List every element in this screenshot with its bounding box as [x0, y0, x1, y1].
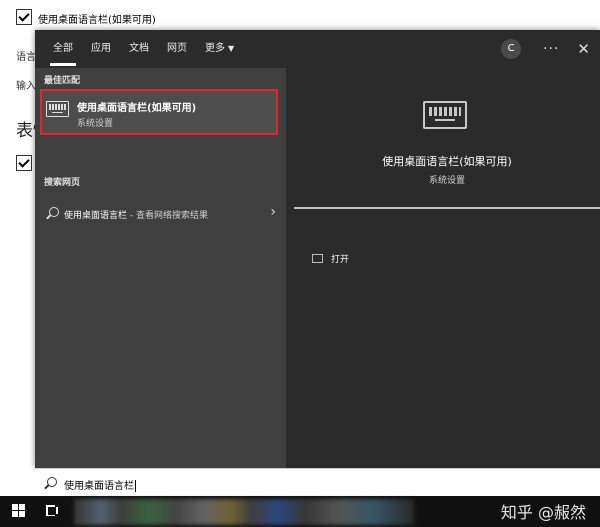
search-icon	[47, 477, 57, 487]
avatar[interactable]: C	[501, 39, 522, 59]
text-cursor	[135, 480, 136, 492]
search-input[interactable]: 使用桌面语言栏	[64, 477, 136, 492]
web-search-result[interactable]: 使用桌面语言栏 - 查看网络搜索结果 ›	[35, 203, 286, 227]
chevron-down-icon: ▼	[228, 44, 235, 53]
preview-subtitle: 系统设置	[428, 176, 465, 186]
tab-all[interactable]: 全部	[44, 30, 82, 68]
best-match-title: 使用桌面语言栏(如果可用)	[77, 103, 197, 114]
web-search-label: 搜索网页	[44, 178, 81, 188]
tab-more[interactable]: 更多 ▼	[196, 30, 243, 68]
web-search-text: 使用桌面语言栏 - 查看网络搜索结果	[64, 208, 208, 221]
close-icon[interactable]: ✕	[577, 40, 590, 58]
task-view-icon[interactable]	[46, 505, 58, 516]
background-checkbox[interactable]	[16, 9, 32, 25]
search-icon	[49, 207, 59, 217]
chevron-right-icon[interactable]: ›	[270, 204, 276, 220]
open-label: 打开	[331, 255, 350, 265]
best-match-result[interactable]: 使用桌面语言栏(如果可用) 系统设置	[40, 89, 278, 135]
search-box[interactable]: 使用桌面语言栏	[35, 468, 600, 497]
background-text-language: 语言	[16, 52, 36, 63]
results-column: 最佳匹配 使用桌面语言栏(如果可用) 系统设置 搜索网页 使用桌面语言栏 - 查…	[35, 68, 286, 468]
search-input-value: 使用桌面语言栏	[64, 481, 134, 492]
search-tab-bar: 全部 应用 文档 网页 更多 ▼ C ··· ✕	[35, 30, 600, 68]
background-checkbox-label: 使用桌面语言栏(如果可用)	[38, 15, 156, 26]
tab-documents[interactable]: 文档	[120, 30, 158, 68]
watermark: 知乎 @赧然	[500, 503, 586, 522]
background-text-input: 输入	[16, 81, 36, 92]
background-checkbox-2[interactable]	[16, 155, 32, 171]
tab-apps[interactable]: 应用	[82, 30, 120, 68]
taskbar: 知乎 @赧然	[0, 496, 600, 527]
preview-pane: 使用桌面语言栏(如果可用) 系统设置 打开	[294, 68, 600, 468]
keyboard-icon	[423, 101, 467, 129]
best-match-subtitle: 系统设置	[77, 119, 114, 129]
search-panel: 全部 应用 文档 网页 更多 ▼ C ··· ✕ 最佳匹配 使用桌面语言栏(如果可…	[35, 30, 600, 468]
preview-divider	[294, 207, 600, 209]
tab-web[interactable]: 网页	[158, 30, 196, 68]
more-options-icon[interactable]: ···	[543, 41, 559, 57]
web-search-query: 使用桌面语言栏	[64, 211, 128, 221]
open-icon	[312, 254, 323, 263]
web-search-suffix: - 查看网络搜索结果	[127, 211, 208, 221]
preview-title: 使用桌面语言栏(如果可用)	[382, 155, 512, 168]
windows-start-icon[interactable]	[12, 504, 26, 518]
best-match-label: 最佳匹配	[44, 76, 81, 86]
pinned-apps-blurred[interactable]	[74, 499, 414, 525]
keyboard-icon	[46, 101, 69, 117]
